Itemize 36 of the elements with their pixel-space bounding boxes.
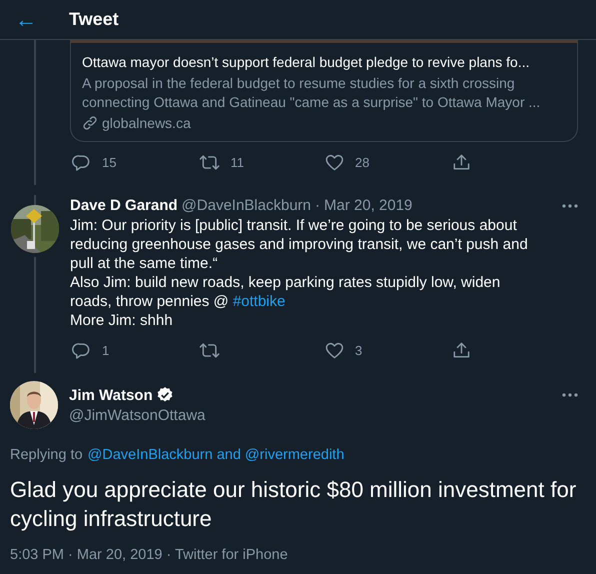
like-count: 28 bbox=[355, 154, 370, 170]
reply-count: 1 bbox=[102, 342, 110, 358]
page-title: Tweet bbox=[69, 9, 119, 30]
link-card[interactable] bbox=[70, 40, 578, 142]
hashtag-link[interactable]: #ottbike bbox=[232, 293, 286, 310]
link-icon bbox=[82, 115, 98, 131]
author-name[interactable]: Dave D Garand bbox=[70, 197, 178, 214]
replying-label: Replying to bbox=[10, 447, 83, 463]
tweet-text: Also Jim: build new roads, keep parking rates stupidly low, widen roads, throw pennies @ #ottbike bbox=[70, 273, 502, 311]
tweet-text: Glad you appreciate our historic $80 million investment for cycling infrastructure bbox=[10, 476, 578, 533]
back-button[interactable]: ← bbox=[15, 8, 69, 30]
heart-icon[interactable] bbox=[325, 152, 344, 172]
reply-icon[interactable] bbox=[72, 152, 91, 172]
reply-icon[interactable] bbox=[72, 340, 91, 360]
card-description: A proposal in the federal budget to resume studies for a sixth crossing connecting Ottawa and Gatineau "came as a surprise" to Ottawa Mayor ... bbox=[82, 74, 542, 112]
like-count: 3 bbox=[355, 342, 362, 358]
reply-count: 15 bbox=[102, 154, 116, 170]
tweet-date[interactable]: Mar 20, 2019 bbox=[324, 197, 412, 214]
retweet-icon[interactable] bbox=[198, 340, 220, 360]
author-handle[interactable]: @JimWatsonOttawa bbox=[69, 407, 206, 424]
more-icon[interactable] bbox=[562, 393, 578, 397]
card-title: Ottawa mayor doesn’t support federal budget pledge to revive plans fo... bbox=[82, 53, 530, 72]
separator-dot: · bbox=[315, 197, 320, 214]
share-icon[interactable] bbox=[452, 152, 470, 172]
retweet-count: 11 bbox=[230, 154, 244, 170]
share-icon[interactable] bbox=[452, 340, 470, 360]
tweet-meta: 5:03 PM · Mar 20, 2019 · Twitter for iPhone bbox=[10, 547, 289, 563]
author-name[interactable]: Jim Watson bbox=[69, 386, 153, 404]
card-domain: globalnews.ca bbox=[102, 115, 191, 131]
tweet-text: More Jim: shhh bbox=[70, 311, 174, 330]
author-handle[interactable]: @DaveInBlackburn bbox=[182, 197, 312, 214]
heart-icon[interactable] bbox=[325, 340, 344, 360]
mention-link[interactable]: @DaveInBlackburn and @rivermeredith bbox=[88, 447, 344, 463]
retweet-icon[interactable] bbox=[198, 152, 220, 172]
more-icon[interactable] bbox=[562, 204, 578, 208]
tweet-text: Jim: Our priority is [public] transit. If we’re going to be serious about reducing greenhouse gases and improving transit, we can’t push and pull at the same time.“ bbox=[70, 216, 529, 273]
